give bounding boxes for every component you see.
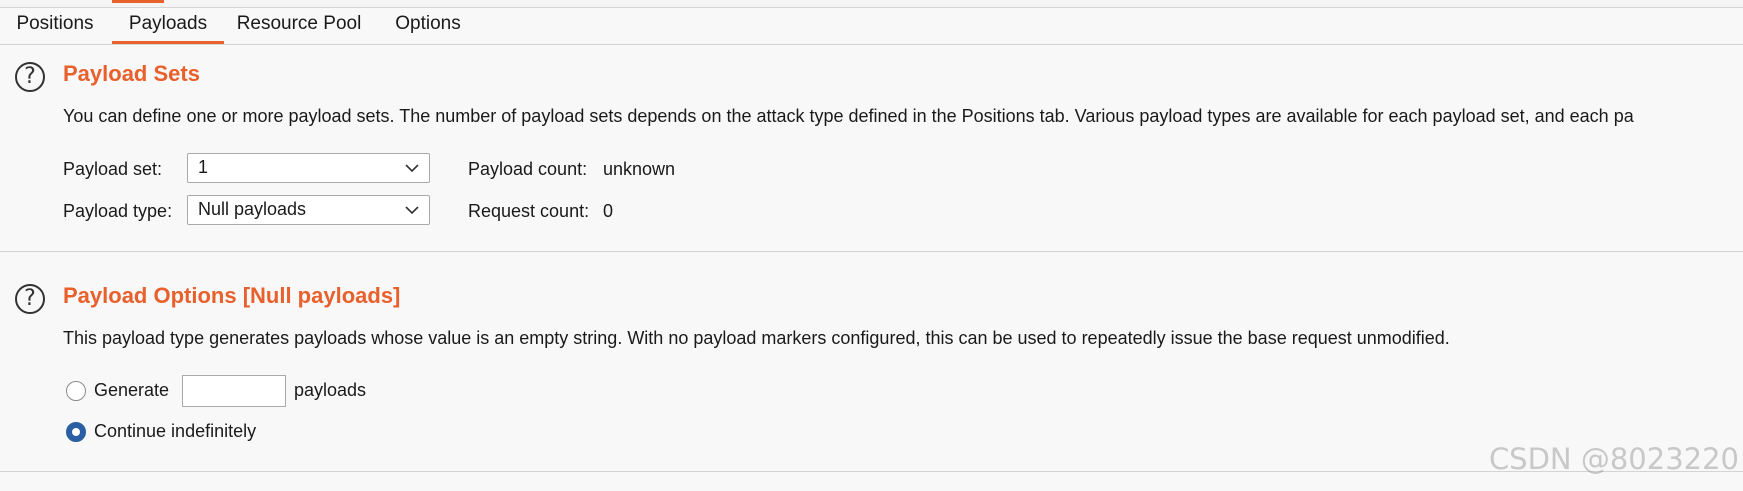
tab-positions[interactable]: Positions [5, 8, 105, 44]
chevron-down-icon [405, 164, 419, 173]
payload-type-value: Null payloads [198, 199, 307, 219]
payload-set-label: Payload set: [63, 159, 163, 179]
payload-sets-description: You can define one or more payload sets.… [63, 106, 1634, 126]
payload-count-value: unknown [603, 159, 676, 179]
payload-options-title: Payload Options [Null payloads] [63, 283, 401, 308]
payload-sets-title: Payload Sets [63, 61, 200, 86]
section-divider [0, 471, 1743, 472]
payloads-suffix-label: payloads [294, 380, 367, 400]
continue-indefinitely-radio[interactable] [66, 422, 86, 442]
payload-type-label: Payload type: [63, 201, 173, 221]
top-strip [0, 0, 1743, 8]
generate-label: Generate [94, 380, 170, 400]
section-divider [0, 251, 1743, 252]
generate-radio[interactable] [66, 381, 86, 401]
active-tool-indicator [112, 0, 164, 3]
continue-indefinitely-label: Continue indefinitely [94, 421, 257, 441]
tab-bar: Positions Payloads Resource Pool Options [0, 8, 1743, 45]
request-count-label: Request count: [468, 201, 590, 221]
payload-options-description: This payload type generates payloads who… [63, 328, 1450, 348]
tab-payloads[interactable]: Payloads [112, 8, 224, 44]
help-icon[interactable]: ? [15, 62, 45, 92]
chevron-down-icon [405, 206, 419, 215]
payload-count-label: Payload count: [468, 159, 588, 179]
request-count-value: 0 [603, 201, 614, 221]
watermark: CSDN @8023220 [1488, 442, 1739, 476]
payload-set-value: 1 [198, 157, 209, 177]
tab-resource-pool[interactable]: Resource Pool [232, 8, 366, 44]
generate-count-input[interactable] [182, 375, 286, 407]
help-icon[interactable]: ? [15, 284, 45, 314]
payload-set-select[interactable]: 1 [187, 153, 430, 183]
payload-type-select[interactable]: Null payloads [187, 195, 430, 225]
tab-options[interactable]: Options [380, 8, 476, 44]
